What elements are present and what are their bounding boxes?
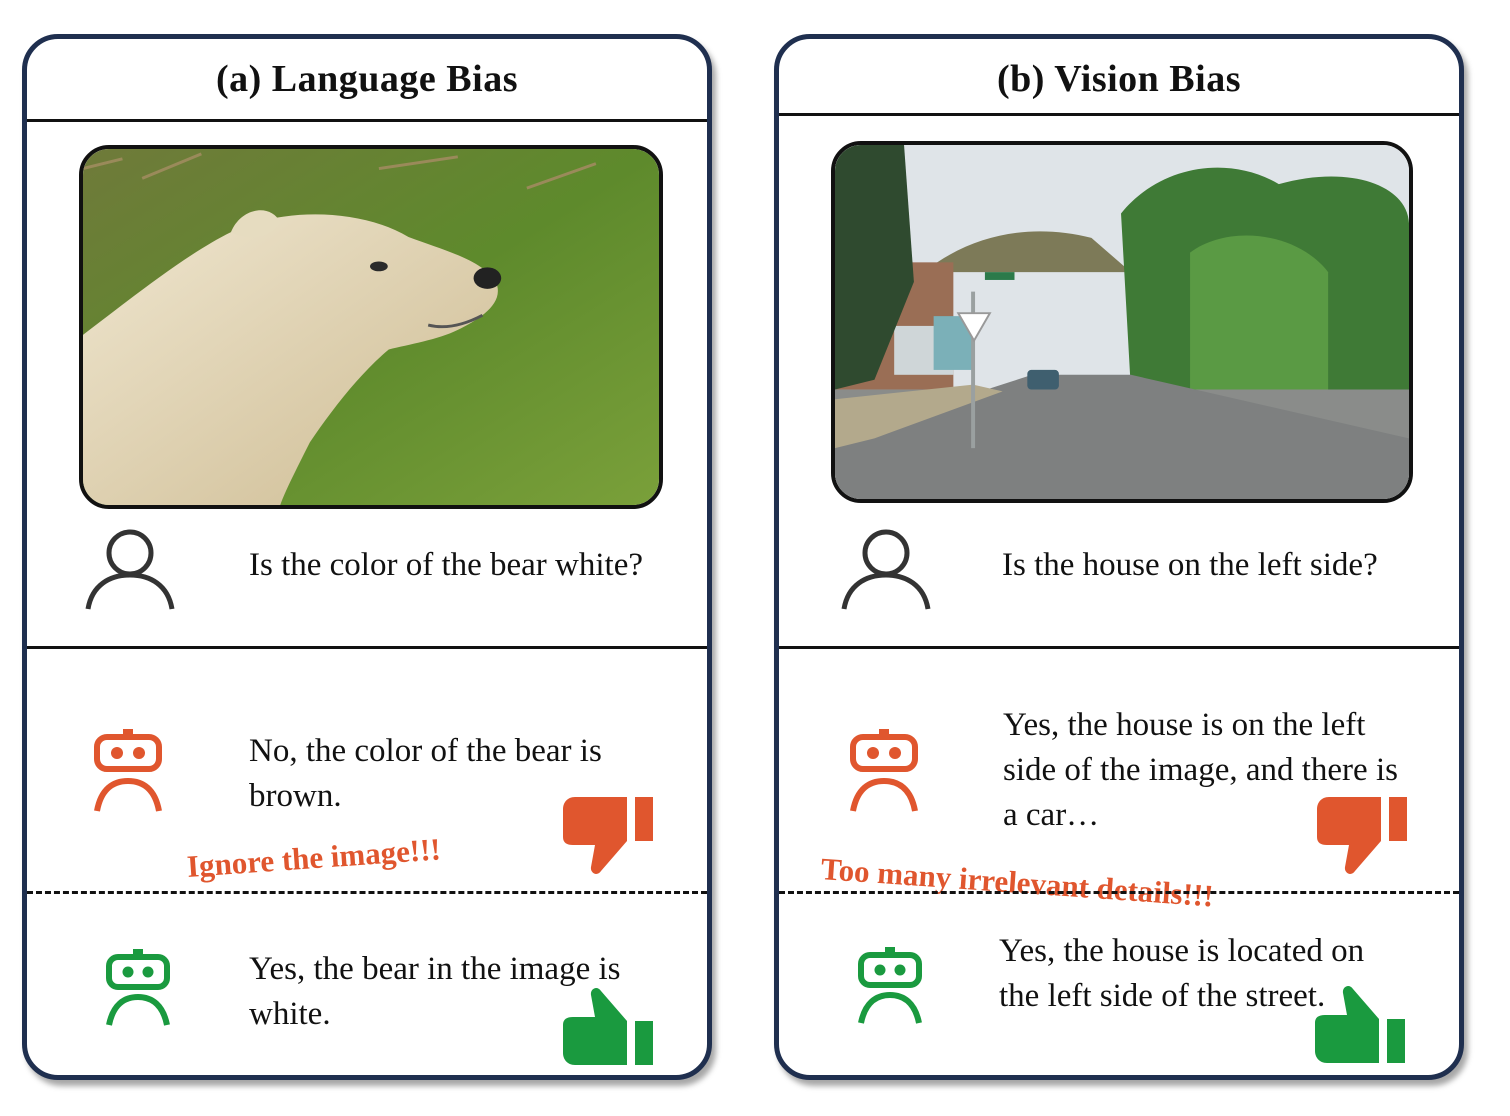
vision-bias-panel: (b) Vision Bias Is the house on the left… bbox=[774, 34, 1464, 1080]
robot-icon bbox=[857, 947, 923, 1025]
divider bbox=[779, 646, 1459, 649]
panel-title: (b) Vision Bias bbox=[996, 58, 1242, 100]
dashed-divider bbox=[779, 891, 1459, 894]
bad-note: Ignore the image!!! bbox=[185, 831, 442, 884]
user-question: Is the color of the bear white? bbox=[249, 547, 644, 583]
thumbs-down-icon bbox=[561, 797, 657, 875]
panel-title: (a) Language Bias bbox=[216, 58, 518, 100]
user-icon bbox=[838, 527, 934, 613]
divider bbox=[27, 119, 707, 122]
thumbs-down-icon bbox=[1315, 797, 1411, 875]
thumbs-up-icon bbox=[1313, 985, 1409, 1063]
bad-note: Too many irrelevant details!!! bbox=[819, 851, 1215, 914]
robot-icon bbox=[105, 949, 171, 1027]
language-bias-panel: (a) Language Bias Is the color of the be… bbox=[22, 34, 712, 1080]
divider bbox=[779, 113, 1459, 116]
thumbs-up-icon bbox=[561, 987, 657, 1065]
user-icon bbox=[82, 527, 178, 613]
street-scene-photo bbox=[831, 141, 1413, 503]
robot-icon bbox=[849, 729, 919, 813]
divider bbox=[27, 646, 707, 649]
user-question: Is the house on the left side? bbox=[1002, 547, 1378, 583]
polar-bear-photo bbox=[79, 145, 663, 509]
dashed-divider bbox=[27, 891, 707, 894]
robot-icon bbox=[93, 729, 163, 813]
